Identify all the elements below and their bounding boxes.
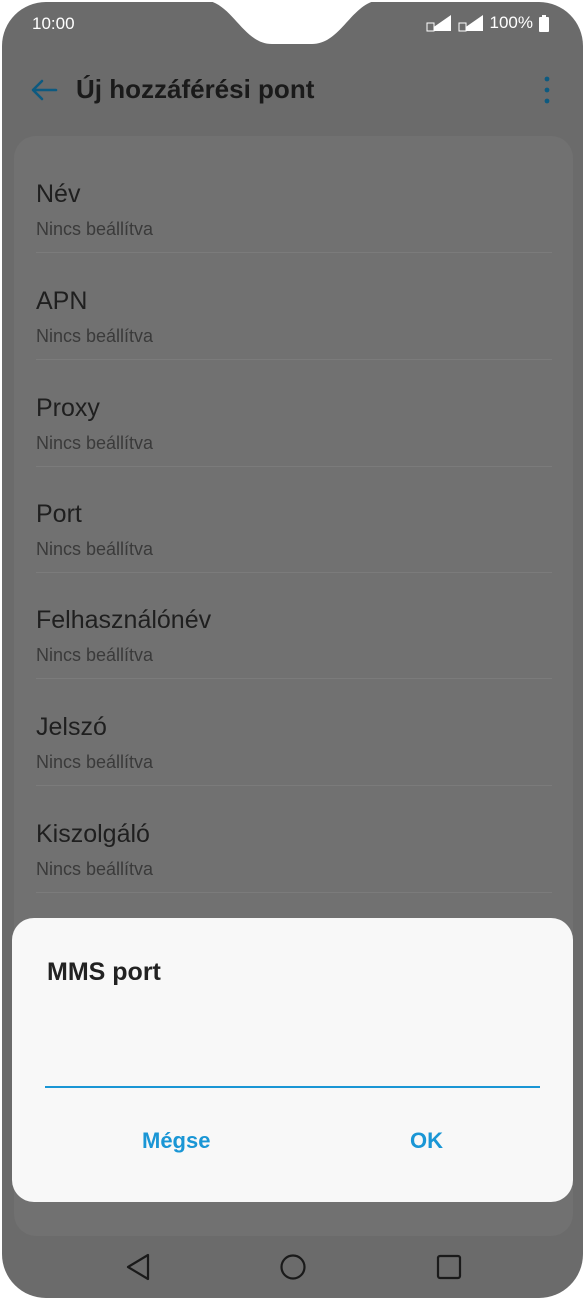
navigation-bar — [2, 1238, 583, 1298]
list-item-apn[interactable]: APN Nincs beállítva — [36, 253, 552, 360]
sim2-signal-icon — [458, 15, 483, 32]
notch — [212, 2, 372, 44]
list-item-kiszolgalo[interactable]: Kiszolgáló Nincs beállítva — [36, 786, 552, 893]
ok-button[interactable]: OK — [410, 1128, 443, 1154]
list-item-title: Kiszolgáló — [36, 820, 150, 848]
list-item-jelszo[interactable]: Jelszó Nincs beállítva — [36, 679, 552, 786]
mms-port-input[interactable] — [45, 1050, 540, 1088]
app-bar: Új hozzáférési pont — [2, 62, 583, 118]
list-item-title: Port — [36, 500, 82, 528]
list-item-subtitle: Nincs beállítva — [36, 219, 154, 239]
list-item-title: APN — [36, 287, 88, 315]
list-item-nev[interactable]: Név Nincs beállítva — [36, 146, 552, 253]
cancel-button[interactable]: Mégse — [142, 1128, 210, 1154]
back-arrow-icon[interactable] — [28, 74, 60, 106]
list-item-proxy[interactable]: Proxy Nincs beállítva — [36, 360, 552, 467]
more-options-icon[interactable] — [541, 74, 553, 106]
screen: 10:00 100% Új hozzáférési pont Név Nincs… — [2, 2, 583, 1298]
list-item-subtitle: Nincs beállítva — [36, 539, 154, 559]
nav-back-icon[interactable] — [124, 1252, 152, 1282]
list-item-title: Proxy — [36, 394, 100, 422]
status-icons: 100% — [426, 13, 549, 33]
list-item-port[interactable]: Port Nincs beállítva — [36, 466, 552, 573]
status-time: 10:00 — [32, 14, 75, 33]
nav-recent-apps-icon[interactable] — [434, 1252, 464, 1282]
status-bar: 10:00 100% — [2, 2, 583, 48]
list-item-title: Név — [36, 180, 81, 208]
list-item-subtitle: Nincs beállítva — [36, 433, 154, 453]
list-item-subtitle: Nincs beállítva — [36, 326, 154, 346]
dialog-title: MMS port — [47, 958, 161, 986]
list-item-subtitle: Nincs beállítva — [36, 859, 154, 879]
list-item-felhasznalonev[interactable]: Felhasználónév Nincs beállítva — [36, 572, 552, 679]
list-item-title: Jelszó — [36, 713, 107, 741]
list-item-subtitle: Nincs beállítva — [36, 752, 154, 772]
list-item-title: Felhasználónév — [36, 606, 212, 634]
nav-home-icon[interactable] — [278, 1252, 308, 1282]
sim1-signal-icon — [426, 15, 451, 32]
list-item-subtitle: Nincs beállítva — [36, 645, 154, 665]
page-title: Új hozzáférési pont — [76, 74, 315, 104]
phone-frame: 10:00 100% Új hozzáférési pont Név Nincs… — [0, 0, 585, 1300]
battery-icon — [539, 14, 549, 32]
mms-port-dialog: MMS port Mégse OK — [12, 918, 573, 1202]
battery-percent: 100% — [489, 13, 533, 32]
